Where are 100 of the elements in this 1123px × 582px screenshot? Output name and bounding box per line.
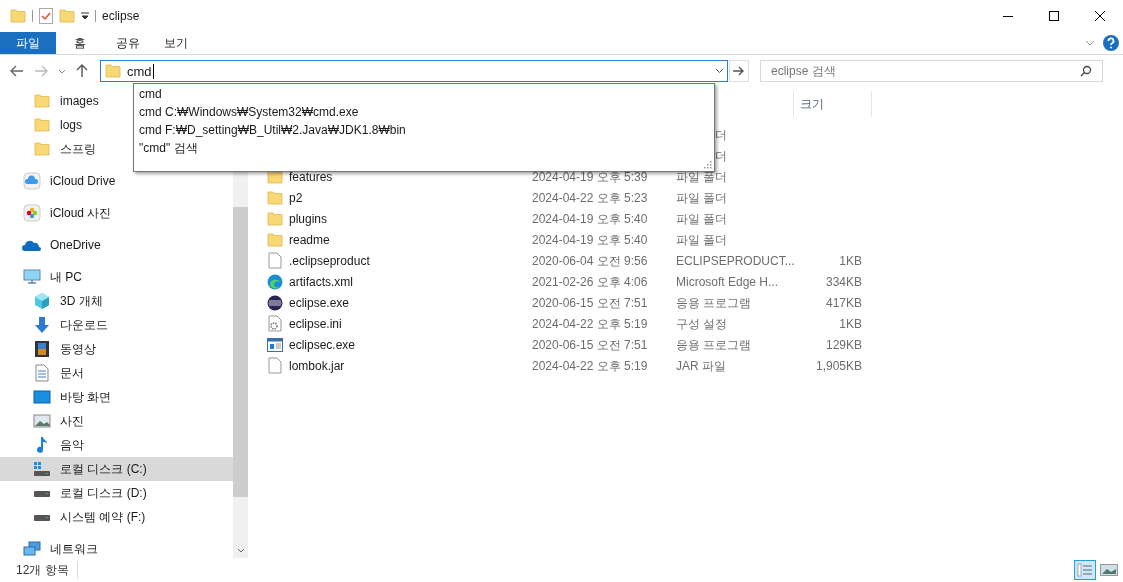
- window-icon: [267, 337, 283, 352]
- help-icon[interactable]: [1103, 35, 1119, 51]
- date-cell-text: 2020-06-15 오전 7:51: [532, 294, 649, 312]
- sidebar-item[interactable]: 음악: [0, 433, 233, 457]
- back-arrow-icon[interactable]: [10, 65, 24, 77]
- sidebar-item[interactable]: 3D 개체: [0, 289, 233, 313]
- sidebar-item[interactable]: 동영상: [0, 337, 233, 361]
- right-arrow-icon: [733, 66, 745, 76]
- type-cell-text: 파일 폴더: [676, 189, 729, 207]
- file-name[interactable]: .eclipseproduct: [285, 251, 532, 270]
- checklist-icon[interactable]: [39, 8, 53, 24]
- file-name[interactable]: p2: [285, 188, 532, 207]
- sidebar-item[interactable]: 시스템 예약 (F:): [0, 505, 233, 529]
- suggestion-item[interactable]: cmd: [134, 85, 714, 103]
- flower-icon: [23, 204, 41, 222]
- file-name[interactable]: artifacts.xml: [285, 272, 532, 291]
- sidebar-item[interactable]: iCloud 사진: [0, 201, 233, 225]
- go-button[interactable]: [729, 60, 749, 82]
- size-cell-text: 129KB: [824, 336, 862, 354]
- suggestion-item[interactable]: cmd C:₩Windows₩System32₩cmd.exe: [134, 103, 714, 121]
- file-name[interactable]: eclipse.exe: [285, 293, 532, 312]
- file-icon: [268, 252, 282, 269]
- suggestion-item[interactable]: "cmd" 검색: [134, 139, 714, 157]
- sidebar-item[interactable]: 로컬 디스크 (D:): [0, 481, 233, 505]
- network-icon: [23, 541, 41, 557]
- item-count: 12개 항목: [16, 561, 78, 579]
- scrollbar-thumb[interactable]: [233, 207, 248, 497]
- sidebar-item[interactable]: 문서: [0, 361, 233, 385]
- sidebar-item[interactable]: 네트워크: [0, 537, 233, 561]
- size-cell-text: 1KB: [838, 315, 862, 333]
- address-field[interactable]: cmd: [100, 60, 728, 82]
- file-name[interactable]: features: [285, 167, 532, 186]
- sidebar-item[interactable]: 다운로드: [0, 313, 233, 337]
- sidebar-item[interactable]: OneDrive: [0, 233, 233, 257]
- close-icon: [1095, 11, 1105, 21]
- screen-icon: [33, 390, 51, 404]
- landscape-icon: [1100, 564, 1118, 576]
- cube-icon: [33, 292, 51, 310]
- type-cell-text: ECLIPSEPRODUCT...: [676, 252, 796, 270]
- ribbon-tab[interactable]: 홈: [56, 32, 104, 54]
- cloud-icon: [22, 238, 42, 252]
- sidebar-item[interactable]: 바탕 화면: [0, 385, 233, 409]
- dropdown-icon[interactable]: [81, 12, 89, 20]
- swirl-icon: [267, 273, 283, 290]
- ribbon-tab[interactable]: 보기: [152, 32, 200, 54]
- search-field[interactable]: eclipse 검색: [760, 60, 1103, 82]
- date-cell-text: 2024-04-22 오후 5:19: [532, 357, 649, 375]
- ribbon-tab[interactable]: 파일: [0, 32, 56, 54]
- resize-grip-icon[interactable]: [704, 161, 712, 169]
- file-name[interactable]: plugins: [285, 209, 532, 228]
- drive-icon: [33, 512, 51, 522]
- ribbon-tab[interactable]: 공유: [104, 32, 152, 54]
- type-cell-text: Microsoft Edge H...: [676, 273, 780, 291]
- chevron-down-icon[interactable]: [715, 68, 724, 74]
- size-cell-text: 417KB: [824, 294, 862, 312]
- address-text: cmd: [127, 63, 154, 79]
- type-cell-text: 응용 프로그램: [676, 336, 753, 354]
- type-cell-text: 더: [714, 147, 727, 165]
- film-icon: [34, 340, 50, 358]
- folder-icon: [10, 8, 26, 24]
- type-cell-text: 응용 프로그램: [676, 294, 753, 312]
- date-cell-text: 2024-04-19 오후 5:40: [532, 231, 649, 249]
- gear-file-icon: [268, 315, 282, 332]
- type-cell-text: 파일 폴더: [676, 231, 729, 249]
- details-view-button[interactable]: [1074, 560, 1096, 580]
- music-note-icon: [35, 436, 49, 454]
- monitor-icon: [23, 269, 41, 285]
- list-icon: [1077, 563, 1093, 577]
- search-icon[interactable]: [1080, 65, 1092, 77]
- file-name[interactable]: readme: [285, 230, 532, 249]
- chevron-down-icon[interactable]: [58, 68, 66, 74]
- date-cell-text: 2020-06-15 오전 7:51: [532, 336, 649, 354]
- file-name[interactable]: eclipsec.exe: [285, 335, 532, 354]
- date-cell-text: 2024-04-22 오후 5:19: [532, 315, 649, 333]
- sidebar-item[interactable]: 로컬 디스크 (C:): [0, 457, 233, 481]
- chevron-down-icon[interactable]: [236, 547, 245, 553]
- folder-icon: [59, 8, 75, 24]
- type-cell-text: 더: [714, 126, 727, 144]
- sidebar-item[interactable]: 내 PC: [0, 265, 233, 289]
- sidebar-item[interactable]: iCloud Drive: [0, 169, 233, 193]
- type-cell-text: 파일 폴더: [676, 210, 729, 228]
- down-arrow-icon: [34, 316, 50, 334]
- file-name[interactable]: lombok.jar: [285, 356, 532, 375]
- up-arrow-icon[interactable]: [76, 64, 88, 78]
- date-cell-text: 2024-04-19 오후 5:39: [532, 168, 649, 186]
- file-name[interactable]: eclipse.ini: [285, 314, 532, 333]
- size-cell-text: 1,905KB: [814, 357, 862, 375]
- folder-icon: [267, 189, 283, 206]
- sidebar-item[interactable]: 사진: [0, 409, 233, 433]
- file-icon: [268, 357, 282, 374]
- maximize-icon: [1049, 11, 1059, 21]
- type-cell-text: JAR 파일: [676, 357, 727, 375]
- document-icon: [35, 364, 49, 382]
- folder-icon: [267, 231, 283, 248]
- suggestion-item[interactable]: cmd F:₩D_setting₩B_Util₩2.Java₩JDK1.8₩bin: [134, 121, 714, 139]
- cloud-icon: [23, 172, 41, 190]
- size-cell-text: 1KB: [838, 252, 862, 270]
- column-header[interactable]: 크기: [794, 95, 824, 113]
- date-cell-text: 2024-04-19 오후 5:40: [532, 210, 649, 228]
- type-cell-text: 파일 폴더: [676, 168, 729, 186]
